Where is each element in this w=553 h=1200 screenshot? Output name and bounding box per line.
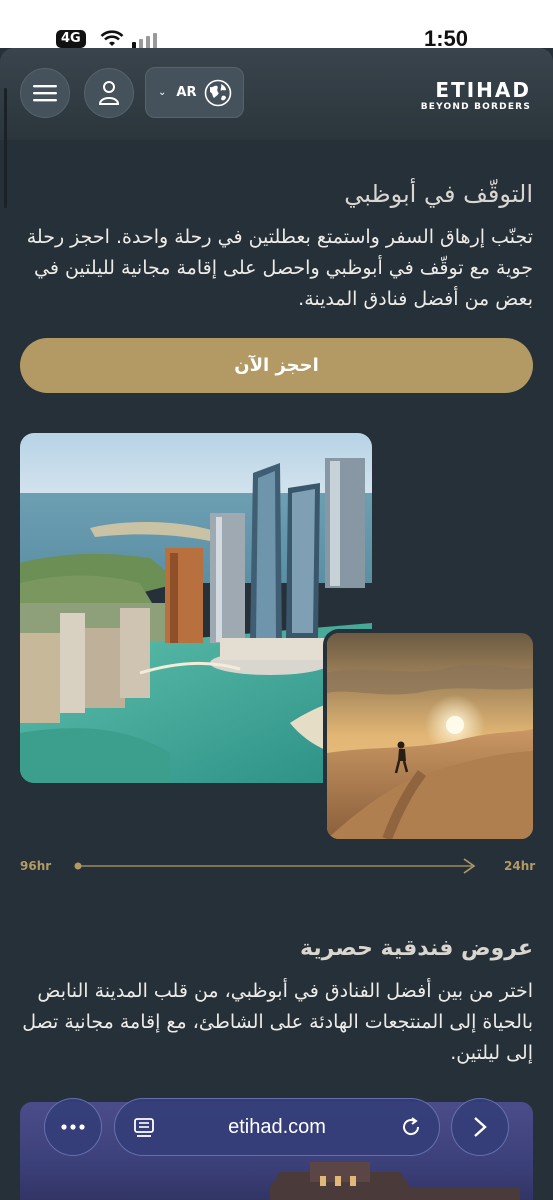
hotel-offers-title: عروض فندقية حصرية — [300, 936, 533, 961]
signal-bars-icon — [132, 33, 157, 49]
reload-icon[interactable] — [399, 1115, 423, 1139]
hotel-offers-description: اختر من بين أفضل الفنادق في أبوظبي، من ق… — [22, 980, 533, 1064]
timeline-arrow — [74, 858, 476, 874]
address-bar[interactable]: etihad.com — [114, 1098, 440, 1156]
timeline-end-label: 24hr — [504, 859, 536, 873]
url-text: etihad.com — [228, 1115, 326, 1138]
more-options-button[interactable] — [44, 1098, 102, 1156]
forward-button[interactable] — [451, 1098, 509, 1156]
brand-name: ETIHAD — [435, 78, 531, 102]
ellipsis-icon — [61, 1124, 85, 1130]
profile-button[interactable] — [84, 68, 134, 118]
etihad-logo[interactable]: ETIHAD BEYOND BORDERS — [421, 80, 531, 112]
hamburger-icon — [33, 85, 57, 102]
stopover-title: التوقّف في أبوظبي — [344, 180, 533, 208]
abu-dhabi-city-image — [20, 433, 372, 783]
desert-dunes-image — [327, 633, 533, 839]
brand-tagline: BEYOND BORDERS — [420, 102, 531, 112]
reader-mode-icon[interactable] — [133, 1117, 155, 1139]
book-now-button[interactable]: احجز الآن — [20, 338, 533, 393]
timeline-start-label: 96hr — [20, 859, 52, 873]
chevron-right-icon — [474, 1117, 487, 1137]
scroll-indicator[interactable] — [4, 88, 7, 208]
chevron-down-icon: ⌄ — [158, 87, 167, 98]
globe-icon — [205, 79, 232, 106]
wifi-icon — [100, 30, 124, 46]
cellular-signal-badge: 4G — [56, 30, 86, 48]
stopover-description: تجنّب إرهاق السفر واستمتع بعطلتين في رحل… — [26, 226, 533, 310]
language-selector[interactable]: ⌄ AR — [145, 67, 244, 118]
status-bar: 4G 1:50 — [0, 0, 553, 51]
menu-button[interactable] — [20, 68, 70, 118]
language-label: AR — [176, 85, 197, 100]
user-icon — [98, 81, 120, 105]
